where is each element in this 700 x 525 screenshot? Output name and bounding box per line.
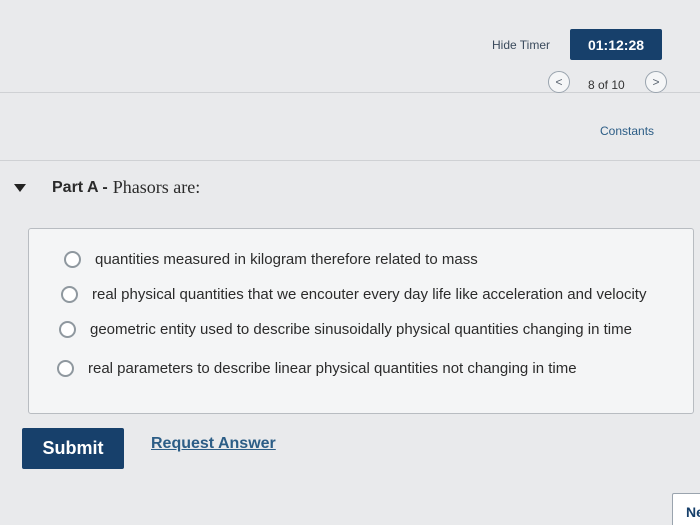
timer-display: 01:12:28 (570, 29, 662, 60)
constants-link[interactable]: Constants (600, 124, 654, 138)
part-a-header: Part A - Phasors are: (14, 177, 200, 198)
radio-button[interactable] (59, 321, 76, 338)
answer-option-text: real parameters to describe linear physi… (88, 360, 577, 377)
part-question: Phasors are: (112, 177, 201, 197)
header-divider (0, 92, 700, 93)
answer-option[interactable]: geometric entity used to describe sinuso… (59, 321, 632, 338)
answer-option-text: real physical quantities that we encoute… (92, 286, 647, 303)
radio-button[interactable] (64, 251, 81, 268)
hide-timer-link[interactable]: Hide Timer (492, 38, 550, 52)
answer-option-text: geometric entity used to describe sinuso… (90, 321, 632, 338)
answer-option[interactable]: real physical quantities that we encoute… (61, 286, 646, 303)
section-divider (0, 160, 700, 161)
answer-options-box: quantities measured in kilogram therefor… (28, 228, 694, 414)
request-answer-link[interactable]: Request Answer (151, 435, 276, 453)
submit-button[interactable]: Submit (22, 428, 124, 469)
chevron-right-icon: > (652, 75, 660, 89)
previous-question-button[interactable]: < (548, 71, 570, 93)
radio-button[interactable] (57, 360, 74, 377)
answer-option[interactable]: real parameters to describe linear physi… (57, 360, 577, 377)
question-counter: 8 of 10 (588, 78, 625, 92)
next-question-button[interactable]: > (645, 71, 667, 93)
collapse-triangle-icon[interactable] (14, 183, 26, 192)
chevron-left-icon: < (555, 75, 563, 89)
next-button[interactable]: Ne (672, 493, 700, 525)
answer-option-text: quantities measured in kilogram therefor… (95, 251, 478, 268)
part-label: Part A - (52, 178, 108, 196)
answer-option[interactable]: quantities measured in kilogram therefor… (64, 251, 478, 268)
radio-button[interactable] (61, 286, 78, 303)
